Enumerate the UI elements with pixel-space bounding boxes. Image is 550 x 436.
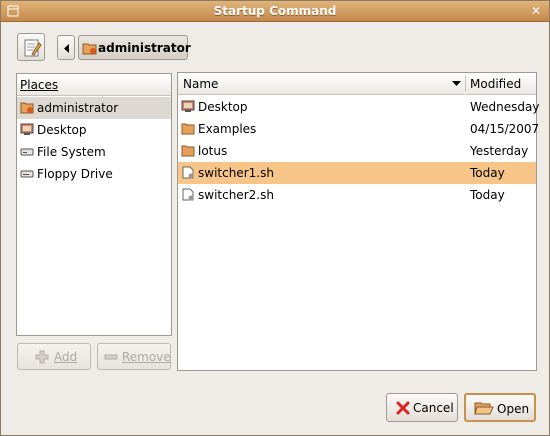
floppy-icon [20, 170, 34, 178]
places-item-label: administrator [37, 101, 119, 115]
chevron-left-icon [64, 44, 69, 53]
places-pane: Places administrator Desktop File System… [16, 73, 172, 336]
file-modified: Wednesday [470, 100, 540, 114]
open-button[interactable]: Open [464, 393, 536, 422]
drive-icon [20, 148, 34, 156]
file-name: switcher2.sh [198, 188, 274, 202]
cancel-button[interactable]: Cancel [386, 393, 458, 422]
cancel-icon [396, 401, 410, 415]
script-file-icon [182, 166, 194, 179]
file-row-selected[interactable]: switcher1.sh Today [178, 162, 536, 184]
open-folder-icon [474, 402, 494, 415]
column-modified-label: Modified [470, 77, 522, 91]
file-row[interactable]: switcher2.sh Today [178, 184, 536, 206]
type-location-button[interactable] [17, 33, 45, 61]
file-modified: Today [470, 188, 505, 202]
column-header-modified[interactable]: Modified [466, 73, 536, 95]
file-row[interactable]: lotus Yesterday [178, 140, 536, 162]
places-item-label: File System [37, 145, 106, 159]
remove-label: Remove [122, 350, 171, 364]
file-name: Desktop [198, 100, 248, 114]
column-name-label: Name [183, 77, 219, 91]
add-label: Add [54, 350, 78, 364]
edit-location-icon [24, 39, 42, 57]
sort-descending-icon [452, 81, 461, 86]
places-item-label: Floppy Drive [37, 167, 113, 181]
file-modified: Today [470, 166, 505, 180]
path-back-button[interactable] [57, 35, 75, 60]
crumb-label: administrator [98, 41, 191, 55]
desktop-icon [20, 123, 34, 135]
close-icon[interactable]: ✕ [529, 4, 543, 18]
remove-bookmark-button[interactable]: Remove [97, 343, 171, 370]
add-bookmark-button[interactable]: Add [17, 343, 91, 370]
file-modified: Yesterday [470, 144, 529, 158]
places-header-label: Places [20, 78, 59, 92]
files-pane: Name Modified Desktop Wednesday Examples… [177, 72, 540, 371]
file-name: Examples [198, 122, 257, 136]
open-label: Open [497, 402, 530, 416]
file-modified: 04/15/2007 [470, 122, 540, 136]
title-bar[interactable]: Startup Command ✕ [1, 1, 549, 22]
home-folder-icon [82, 43, 97, 55]
cancel-label: Cancel [413, 401, 454, 415]
places-item-file-system[interactable]: File System [17, 141, 171, 163]
minus-icon [104, 354, 118, 360]
column-header-name[interactable]: Name [178, 73, 465, 95]
file-row[interactable]: Desktop Wednesday [178, 96, 540, 118]
file-row[interactable]: Examples 04/15/2007 [178, 118, 540, 140]
plus-icon [35, 350, 49, 364]
file-name: switcher1.sh [198, 166, 274, 180]
desktop-icon [181, 100, 195, 112]
places-item-label: Desktop [37, 123, 87, 137]
places-header[interactable]: Places [17, 74, 171, 96]
file-chooser-dialog: Startup Command ✕ administrator Places a… [0, 0, 550, 436]
folder-icon [181, 123, 195, 135]
file-name: lotus [198, 144, 228, 158]
home-folder-icon [20, 102, 34, 114]
places-item-administrator[interactable]: administrator [17, 97, 171, 119]
script-file-icon [182, 188, 194, 201]
folder-icon [181, 145, 195, 157]
window-title: Startup Command [213, 4, 337, 18]
path-crumb-administrator[interactable]: administrator [78, 35, 191, 60]
places-item-desktop[interactable]: Desktop [17, 119, 171, 141]
places-item-floppy-drive[interactable]: Floppy Drive [17, 163, 171, 185]
